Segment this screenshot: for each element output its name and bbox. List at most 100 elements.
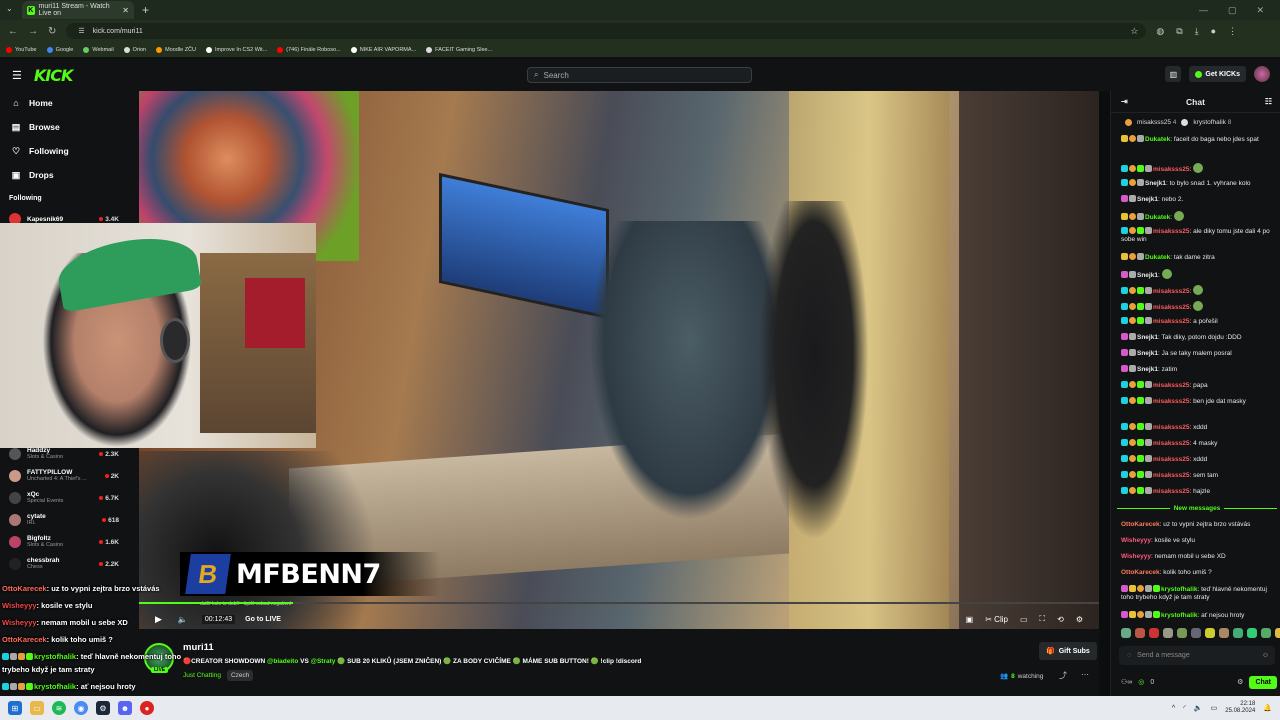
browser-tab[interactable]: K muri11 Stream - Watch Live on ✕ <box>22 1 134 19</box>
following-channel[interactable]: xQc Special Events 6.7K <box>0 490 139 506</box>
chat-username[interactable]: misaksss25 <box>1153 318 1190 325</box>
chat-username[interactable]: krystofhalik <box>1161 586 1198 593</box>
menu-dots-icon[interactable]: ⋮ <box>1228 26 1237 37</box>
chat-username[interactable]: Wisheyyy <box>1121 553 1151 560</box>
discord-icon[interactable]: ☻ <box>118 701 132 715</box>
bookmark-item[interactable]: FACEIT Gaming Slee... <box>426 46 492 53</box>
share-icon[interactable]: ⤴ <box>1059 670 1067 681</box>
stream-tag[interactable]: Czech <box>226 670 254 681</box>
channel-points-icon[interactable]: ◎ <box>1138 678 1144 686</box>
chat-username[interactable]: misaksss25 <box>1153 456 1190 463</box>
chat-username[interactable]: Dukatek <box>1145 254 1170 261</box>
emote-icon[interactable] <box>1275 628 1280 638</box>
chat-username[interactable]: Snejk1 <box>1137 350 1158 357</box>
chat-send-button[interactable]: Chat <box>1249 675 1277 689</box>
chat-username[interactable]: Dukatek <box>1145 214 1170 221</box>
top-gifter-2[interactable]: krystofhalik 8 <box>1193 119 1231 126</box>
play-icon[interactable]: ▶ <box>155 614 162 625</box>
tab-list-icon[interactable]: ⌄ <box>6 4 13 13</box>
go-to-live-button[interactable]: Go to LIVE <box>245 616 281 623</box>
chat-username[interactable]: misaksss25 <box>1153 228 1190 235</box>
top-gifter-1[interactable]: misaksss25 4 <box>1137 119 1176 126</box>
emoji-icon[interactable]: ☺ <box>1262 652 1269 659</box>
chat-username[interactable]: Wisheyyy <box>1121 537 1151 544</box>
download-icon[interactable]: ⤓ <box>1195 26 1199 37</box>
chat-username[interactable]: Snejk1 <box>1137 272 1158 279</box>
chat-settings-icon[interactable]: ⚙ <box>1237 678 1243 686</box>
windows-start-icon[interactable]: ⊞ <box>8 701 22 715</box>
clip-button[interactable]: ✂ Clip <box>985 615 1008 624</box>
spotify-icon[interactable]: ≋ <box>52 701 66 715</box>
bookmark-item[interactable]: Webmail <box>83 46 114 53</box>
site-info-icon[interactable]: ☰ <box>78 27 84 35</box>
video-progress-bar[interactable] <box>139 602 1099 604</box>
bookmark-item[interactable]: Google <box>46 46 73 53</box>
kick-logo[interactable]: KICK <box>34 66 73 85</box>
file-explorer-icon[interactable]: ▭ <box>30 701 44 715</box>
new-messages-divider[interactable]: New messages <box>1117 505 1277 512</box>
following-channel[interactable]: Bigfoltz Slots & Casino 1.6K <box>0 534 139 550</box>
chat-username[interactable]: misaksss25 <box>1153 424 1190 431</box>
following-channel[interactable]: chessbrah Chess 2.2K <box>0 556 139 572</box>
emote-icon[interactable] <box>1177 628 1187 638</box>
sidebar-item-home[interactable]: ⌂ Home <box>0 91 139 115</box>
sidebar-item-browse[interactable]: ▤ Browse <box>0 115 139 139</box>
streamer-name[interactable]: muri11 <box>183 642 214 653</box>
forward-icon[interactable]: → <box>28 26 38 37</box>
chat-username[interactable]: OttoKarecek <box>1121 569 1160 576</box>
chat-username[interactable]: misaksss25 <box>1153 472 1190 479</box>
volume-icon[interactable]: 🔈 <box>178 615 188 624</box>
bookmark-item[interactable]: (746) Finále Roboso... <box>277 46 341 53</box>
wifi-icon[interactable]: ◜ <box>1183 704 1186 712</box>
following-channel[interactable]: Haddzy Slots & Casino 2.3K <box>0 446 139 462</box>
user-avatar[interactable] <box>1254 66 1270 82</box>
chat-username[interactable]: misaksss25 <box>1153 382 1190 389</box>
chat-username[interactable]: misaksss25 <box>1153 166 1190 173</box>
steam-icon[interactable]: ⚙ <box>96 701 110 715</box>
volume-tray-icon[interactable]: 🔈 <box>1194 704 1203 712</box>
bookmark-item[interactable]: NIKE AIR VAPORMA... <box>350 46 416 53</box>
chat-username[interactable]: Dukatek <box>1145 136 1170 143</box>
theater-icon[interactable]: ▣ <box>966 615 974 624</box>
bookmark-item[interactable]: Moodle ZČU <box>156 46 196 53</box>
settings-gear-icon[interactable]: ⚙ <box>1076 615 1083 624</box>
minimize-icon[interactable]: — <box>1199 5 1208 16</box>
title-mention[interactable]: @biadeito <box>267 658 298 665</box>
emote-icon[interactable] <box>1233 628 1243 638</box>
new-tab-icon[interactable]: + <box>142 3 149 17</box>
get-kicks-button[interactable]: Get KICKs <box>1189 66 1246 82</box>
bookmark-item[interactable]: YouTube <box>6 46 37 53</box>
library-icon[interactable]: ▥ <box>1165 66 1182 82</box>
chat-username[interactable]: misaksss25 <box>1153 488 1190 495</box>
emote-icon[interactable] <box>1163 628 1173 638</box>
chat-users-icon[interactable]: ☷ <box>1265 97 1272 106</box>
chrome-icon[interactable]: ◉ <box>74 701 88 715</box>
bookmark-item[interactable]: Improve In CS2 Wit... <box>206 46 267 53</box>
chat-username[interactable]: OttoKarecek <box>1121 521 1160 528</box>
emote-icon[interactable] <box>1149 628 1159 638</box>
pip-icon[interactable]: ▭ <box>1020 615 1028 624</box>
chat-username[interactable]: misaksss25 <box>1153 398 1190 405</box>
url-field[interactable]: ☰ kick.com/muri11 ☆ <box>66 23 1147 39</box>
following-channel[interactable]: FATTYPILLOW Uncharted 4: A Thief's ... 2K <box>0 468 139 484</box>
gift-subs-button[interactable]: 🎁 Gift Subs <box>1039 642 1097 660</box>
chat-username[interactable]: krystofhalik <box>1161 612 1198 619</box>
sidebar-item-following[interactable]: ♡ Following <box>0 139 139 163</box>
rewind-icon[interactable]: ⟲ <box>1057 615 1064 624</box>
app-icon[interactable]: ● <box>140 701 154 715</box>
chat-tools-icon[interactable]: ⚇∞ <box>1121 678 1132 686</box>
sidebar-item-drops[interactable]: ▣ Drops <box>0 163 139 187</box>
battery-icon[interactable]: ▭ <box>1211 704 1218 712</box>
more-options-icon[interactable]: ⋯ <box>1081 670 1089 681</box>
chat-username[interactable]: misaksss25 <box>1153 304 1190 311</box>
menu-hamburger-icon[interactable]: ☰ <box>12 69 22 82</box>
close-window-icon[interactable]: ✕ <box>1256 5 1264 16</box>
chat-username[interactable]: Snejk1 <box>1137 366 1158 373</box>
close-tab-icon[interactable]: ✕ <box>122 6 129 15</box>
extension-icon[interactable]: ◍ <box>1156 26 1164 37</box>
collapse-chat-icon[interactable]: ⇥ <box>1121 97 1128 106</box>
stream-category[interactable]: Just Chatting <box>183 672 221 679</box>
send-message-input[interactable]: ◌ Send a message ☺ <box>1119 646 1275 665</box>
search-input[interactable]: ⌕ Search <box>527 67 752 83</box>
bookmark-star-icon[interactable]: ☆ <box>1130 26 1138 37</box>
